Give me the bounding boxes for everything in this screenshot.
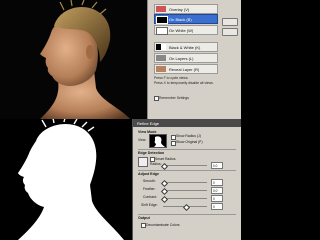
view-option-label: On White (W) (169, 27, 194, 33)
dialog-title: Refine Edge (137, 121, 160, 126)
portrait-image (0, 0, 150, 119)
contrast-slider-knob[interactable] (160, 195, 168, 203)
view-option-label: On Layers (L) (169, 55, 194, 61)
view-option-reveal-layer[interactable]: Reveal Layer (R) (154, 64, 218, 74)
view-option-label: On Black (B) (169, 16, 192, 22)
decontaminate-colors-label: Decontaminate Colors (146, 222, 180, 227)
smart-radius-label: Smart Radius (155, 156, 176, 161)
edge-detection-section-heading: Edge Detection (138, 151, 165, 155)
view-mode-dropdown: Overlay (V) On Black (B) On White (W) Bl… (147, 0, 241, 119)
feather-input[interactable]: 0.0 (211, 187, 223, 194)
contrast-input[interactable]: 0 (211, 195, 223, 202)
radius-value: 0.0 (213, 163, 218, 168)
divider (138, 214, 236, 215)
silhouette-thumb-icon (154, 136, 165, 147)
mask-preview-canvas[interactable] (0, 119, 132, 240)
disable-views-hint: Press X to temporarily disable all views… (154, 81, 214, 85)
shift-edge-value: 0 (213, 204, 215, 209)
feather-slider[interactable] (163, 190, 207, 191)
feather-value: 0.0 (213, 188, 218, 193)
radius-label: Radius: (150, 162, 162, 166)
on-white-thumb-icon (156, 27, 168, 35)
feather-label: Feather: (143, 187, 156, 191)
contrast-slider[interactable] (163, 198, 207, 199)
view-option-on-black[interactable]: On Black (B) (154, 14, 218, 24)
contrast-value: 0 (213, 196, 215, 201)
view-option-label: Black & White (K) (169, 44, 201, 50)
dialog-title-bar[interactable]: Refine Edge (133, 119, 241, 127)
feather-slider-knob[interactable] (160, 187, 168, 195)
view-option-black-white[interactable]: Black & White (K) (154, 42, 218, 52)
refine-edge-dialog: Refine Edge View Mode View: Show Radius … (132, 119, 241, 240)
on-black-thumb-icon (156, 16, 168, 24)
radius-input[interactable]: 0.0 (211, 162, 223, 169)
smooth-value: 0 (213, 180, 215, 185)
remember-settings-label: Remember Settings (159, 95, 189, 100)
mask-silhouette (0, 119, 132, 240)
ok-button[interactable] (222, 18, 238, 26)
divider (138, 149, 236, 150)
overlay-thumb-icon (156, 6, 166, 12)
output-section-heading: Output (138, 216, 150, 220)
black-white-thumb-icon (156, 44, 166, 50)
radius-slider[interactable] (163, 165, 207, 166)
on-layers-thumb-icon (156, 55, 166, 61)
shift-edge-slider-knob[interactable] (182, 203, 190, 211)
radius-brush-icon (138, 157, 148, 167)
show-radius-label: Show Radius (J) (176, 134, 201, 138)
contrast-label: Contrast: (143, 195, 157, 199)
show-original-label: Show Original (P) (176, 140, 203, 144)
view-option-label: Overlay (V) (169, 6, 190, 12)
cycle-views-hint: Press F to cycle views. (154, 76, 189, 80)
divider (138, 170, 236, 171)
view-option-on-layers[interactable]: On Layers (L) (154, 53, 218, 63)
cancel-button[interactable] (222, 28, 238, 36)
reveal-layer-thumb-icon (156, 66, 166, 72)
view-option-on-white[interactable]: On White (W) (154, 25, 218, 35)
view-thumbnail-dropdown[interactable] (149, 134, 167, 148)
smooth-slider-knob[interactable] (160, 179, 168, 187)
shift-edge-label: Shift Edge: (141, 203, 158, 207)
portrait-canvas[interactable] (0, 0, 150, 119)
smooth-slider[interactable] (163, 182, 207, 183)
smooth-input[interactable]: 0 (211, 179, 223, 186)
view-option-label: Reveal Layer (R) (169, 66, 200, 72)
smooth-label: Smooth: (143, 179, 156, 183)
view-option-overlay[interactable]: Overlay (V) (154, 4, 218, 14)
view-label: View: (138, 138, 147, 142)
adjust-edge-section-heading: Adjust Edge (138, 172, 159, 176)
shift-edge-input[interactable]: 0 (211, 203, 223, 210)
